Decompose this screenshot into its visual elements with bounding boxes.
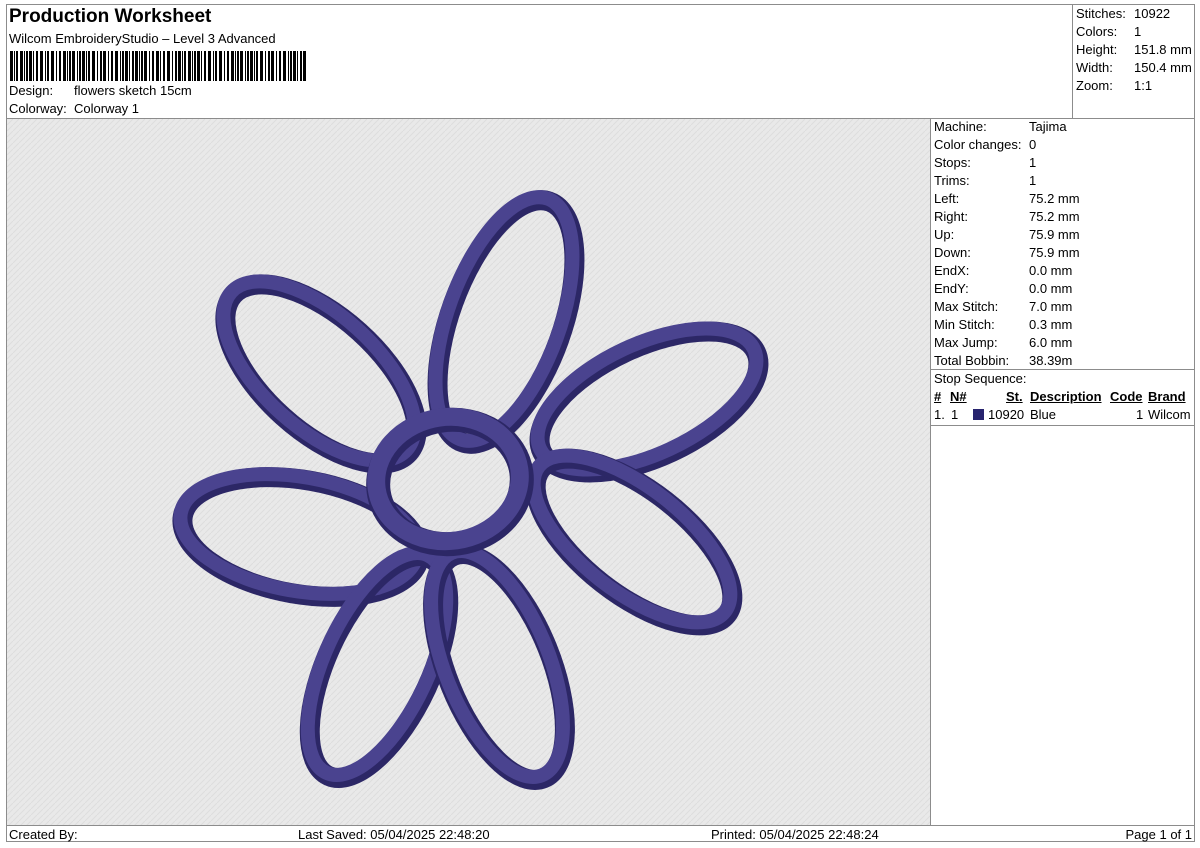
stat-stitches: Stitches: 10922 — [1076, 6, 1171, 21]
design-label: Design: — [9, 83, 54, 98]
row-brand: Wilcom — [1148, 407, 1191, 422]
row-index: 1. — [934, 407, 945, 422]
info-max-stitch: Max Stitch: 7.0 mm — [934, 299, 1073, 314]
design-value: flowers sketch 15cm — [74, 83, 192, 98]
info-endx: EndX: 0.0 mm — [934, 263, 1073, 278]
col-index: # — [934, 389, 942, 404]
last-saved: Last Saved: 05/04/2025 22:48:20 — [298, 827, 490, 842]
info-right: Right: 75.2 mm — [934, 209, 1080, 224]
col-brand: Brand — [1148, 389, 1186, 404]
stop-sequence-row: 1. 1 10920 Blue 1 Wilcom — [931, 407, 1195, 425]
divider — [931, 369, 1195, 370]
printed-date: Printed: 05/04/2025 22:48:24 — [711, 827, 879, 842]
row-stitches: 10920 — [988, 407, 1025, 422]
info-endy: EndY: 0.0 mm — [934, 281, 1073, 296]
created-by: Created By: — [9, 827, 78, 842]
color-swatch — [973, 409, 984, 420]
info-trims: Trims: 1 — [934, 173, 1037, 188]
col-stitches: St. — [1006, 389, 1023, 404]
info-left: Left: 75.2 mm — [934, 191, 1080, 206]
stat-height: Height: 151.8 mm — [1076, 42, 1192, 57]
col-n: N# — [950, 389, 967, 404]
col-code: Code — [1110, 389, 1143, 404]
worksheet-footer: Created By: Last Saved: 05/04/2025 22:48… — [6, 825, 1195, 842]
stat-colors: Colors: 1 — [1076, 24, 1142, 39]
info-up: Up: 75.9 mm — [934, 227, 1080, 242]
col-description: Description — [1030, 389, 1102, 404]
barcode — [10, 51, 306, 81]
design-preview — [7, 119, 930, 825]
info-machine: Machine: Tajima — [934, 119, 1067, 134]
stat-width: Width: 150.4 mm — [1076, 60, 1192, 75]
info-max-jump: Max Jump: 6.0 mm — [934, 335, 1073, 350]
stop-sequence-title: Stop Sequence: — [934, 371, 1027, 386]
flower-embroidery-design — [7, 119, 930, 825]
divider — [931, 425, 1195, 426]
colorway-label: Colorway: — [9, 101, 67, 116]
header-stats: Stitches: 10922 Colors: 1 Height: 151.8 mm … — [1072, 4, 1195, 119]
stop-sequence-header: # N# St. Description Code Brand — [931, 389, 1195, 407]
row-n: 1 — [951, 407, 959, 422]
info-down: Down: 75.9 mm — [934, 245, 1080, 260]
page-title: Production Worksheet — [9, 6, 212, 27]
info-min-stitch: Min Stitch: 0.3 mm — [934, 317, 1073, 332]
machine-info-panel: Machine: Tajima Color changes: 0 Stops: 1 T… — [930, 119, 1195, 825]
software-name: Wilcom EmbroideryStudio – Level 3 Advanc… — [9, 31, 276, 46]
colorway-value: Colorway 1 — [74, 101, 140, 116]
info-color-changes: Color changes: 0 — [934, 137, 1037, 152]
stat-zoom: Zoom: 1:1 — [1076, 78, 1153, 93]
worksheet-header: Production Worksheet Wilcom EmbroiderySt… — [6, 4, 1195, 119]
row-code: 1 — [1136, 407, 1144, 422]
info-stops: Stops: 1 — [934, 155, 1037, 170]
row-description: Blue — [1030, 407, 1057, 422]
page-number: Page 1 of 1 — [1125, 827, 1193, 842]
